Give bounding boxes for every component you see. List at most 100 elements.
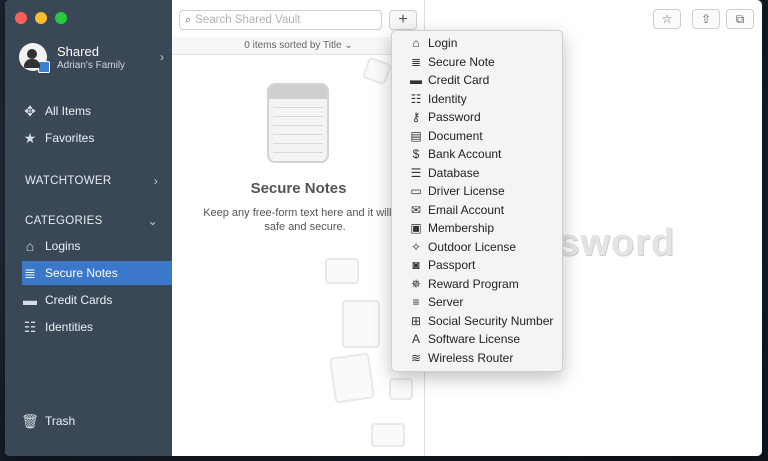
menu-item-password[interactable]: ⚷ Password <box>392 108 562 127</box>
ghost-document-icon <box>328 352 376 404</box>
outdoor-license-icon: ✧ <box>410 239 422 254</box>
empty-state-title: Secure Notes <box>250 180 347 197</box>
section-label: CATEGORIES <box>25 215 103 227</box>
sidebar-item-identities[interactable]: ☷ Identities <box>22 316 172 338</box>
ghost-passport-icon <box>342 300 380 348</box>
menu-item-label: Email Account <box>428 202 505 217</box>
menu-item-email-account[interactable]: ✉ Email Account <box>392 201 562 220</box>
shared-badge-icon <box>38 61 50 73</box>
vault-switcher[interactable]: Shared Adrian's Family › <box>19 40 164 74</box>
menu-item-label: Outdoor License <box>428 239 517 254</box>
sidebar-item-favorites[interactable]: ★ Favorites <box>22 127 172 149</box>
all-items-icon: ✥ <box>24 102 36 119</box>
trash-icon: 🗑 <box>21 412 39 429</box>
menu-item-label: Credit Card <box>428 73 490 88</box>
zoom-window-button[interactable] <box>55 12 67 24</box>
menu-item-label: Driver License <box>428 184 505 199</box>
add-item-button[interactable]: + <box>389 10 417 30</box>
sidebar-section-categories[interactable]: CATEGORIES ⌄ <box>25 212 158 230</box>
menu-item-credit-card[interactable]: ▬ Credit Card <box>392 71 562 90</box>
menu-item-wireless-router[interactable]: ≋ Wireless Router <box>392 349 562 368</box>
sidebar-item-label: Favorites <box>45 131 95 145</box>
search-input[interactable]: ⌕ Search Shared Vault <box>179 10 382 30</box>
login-icon: ⌂ <box>25 238 35 254</box>
software-license-icon: A <box>411 332 420 347</box>
document-icon: ▤ <box>410 128 422 143</box>
sidebar-item-label: Identities <box>45 320 94 334</box>
star-icon: ★ <box>23 129 37 146</box>
close-window-button[interactable] <box>15 12 27 24</box>
menu-item-label: Identity <box>428 91 467 106</box>
sidebar-item-label: Trash <box>45 414 76 428</box>
menu-item-label: Reward Program <box>428 276 519 291</box>
sidebar-item-secure-notes[interactable]: ≣ Secure Notes <box>22 261 172 285</box>
empty-state-description: Keep any free-form text here and it will… <box>203 207 407 233</box>
menu-item-secure-note[interactable]: ≣ Secure Note <box>392 53 562 72</box>
sort-bar[interactable]: 0 items sorted by Title ⌄ <box>172 37 425 55</box>
menu-item-reward-program[interactable]: ✵ Reward Program <box>392 275 562 294</box>
menu-item-bank-account[interactable]: $ Bank Account <box>392 145 562 164</box>
minimize-window-button[interactable] <box>35 12 47 24</box>
window-controls <box>15 12 67 24</box>
sidebar-item-label: Credit Cards <box>45 293 113 307</box>
vault-name: Shared <box>57 43 99 59</box>
secure-note-icon: ≣ <box>24 264 36 281</box>
driver-license-icon: ▭ <box>410 184 422 199</box>
menu-item-label: Membership <box>428 221 495 236</box>
vault-avatar <box>19 43 50 73</box>
sidebar-item-all-items[interactable]: ✥ All Items <box>22 100 172 122</box>
menu-item-label: Server <box>428 295 464 310</box>
menu-item-document[interactable]: ▤ Document <box>392 127 562 146</box>
menu-item-label: Database <box>428 165 480 180</box>
menu-item-outdoor-license[interactable]: ✧ Outdoor License <box>392 238 562 257</box>
menu-item-label: Software License <box>428 332 521 347</box>
menu-item-membership[interactable]: ▣ Membership <box>392 219 562 238</box>
identity-icon: ☷ <box>23 318 37 335</box>
chevron-right-icon: › <box>153 174 158 188</box>
key-icon: ⚷ <box>411 110 421 125</box>
section-label: WATCHTOWER <box>25 175 112 187</box>
bank-account-icon: $ <box>412 147 420 162</box>
credit-card-icon: ▬ <box>23 292 37 308</box>
menu-item-label: Secure Note <box>428 54 495 69</box>
passport-icon: ◙ <box>412 258 420 273</box>
chevron-right-icon: › <box>160 50 164 64</box>
ghost-card-icon <box>389 378 413 400</box>
menu-item-software-license[interactable]: A Software License <box>392 330 562 349</box>
server-icon: ≡ <box>412 295 420 310</box>
menu-item-server[interactable]: ≡ Server <box>392 293 562 312</box>
wifi-icon: ≋ <box>410 350 422 365</box>
menu-item-social-security-number[interactable]: ⊞ Social Security Number <box>392 312 562 331</box>
sidebar-section-watchtower[interactable]: WATCHTOWER › <box>25 172 158 190</box>
sidebar: Shared Adrian's Family › ✥ All Items ★ F… <box>5 0 172 456</box>
share-button[interactable]: ⇧ <box>692 9 720 29</box>
favorite-button[interactable]: ☆ <box>653 9 681 29</box>
app-window: Shared Adrian's Family › ✥ All Items ★ F… <box>5 0 762 456</box>
menu-item-identity[interactable]: ☷ Identity <box>392 90 562 109</box>
sidebar-item-label: Logins <box>45 239 81 253</box>
menu-item-database[interactable]: ☰ Database <box>392 164 562 183</box>
social-security-icon: ⊞ <box>410 313 422 328</box>
menu-item-driver-license[interactable]: ▭ Driver License <box>392 182 562 201</box>
reward-program-icon: ✵ <box>410 276 422 291</box>
new-item-menu: ⌂ Login ≣ Secure Note ▬ Credit Card ☷ Id… <box>391 30 563 372</box>
credit-card-icon: ▬ <box>410 73 422 88</box>
vault-subtitle: Adrian's Family <box>57 59 126 71</box>
menu-item-passport[interactable]: ◙ Passport <box>392 256 562 275</box>
search-icon: ⌕ <box>185 13 192 26</box>
identity-icon: ☷ <box>410 91 422 106</box>
search-placeholder: Search Shared Vault <box>195 14 301 26</box>
sidebar-item-credit-cards[interactable]: ▬ Credit Cards <box>22 289 172 311</box>
menu-item-label: Login <box>428 36 458 51</box>
secure-note-icon: ≣ <box>410 54 422 69</box>
menu-item-login[interactable]: ⌂ Login <box>392 34 562 53</box>
menu-item-label: Password <box>428 110 481 125</box>
menu-item-label: Document <box>428 128 483 143</box>
email-icon: ✉ <box>410 202 422 217</box>
menu-item-label: Bank Account <box>428 147 502 162</box>
open-window-button[interactable]: ⧉ <box>726 9 754 29</box>
secure-notes-empty-icon <box>267 83 329 163</box>
menu-item-label: Passport <box>428 258 476 273</box>
sidebar-item-logins[interactable]: ⌂ Logins <box>22 235 172 257</box>
sidebar-item-trash[interactable]: 🗑 Trash <box>21 410 172 432</box>
